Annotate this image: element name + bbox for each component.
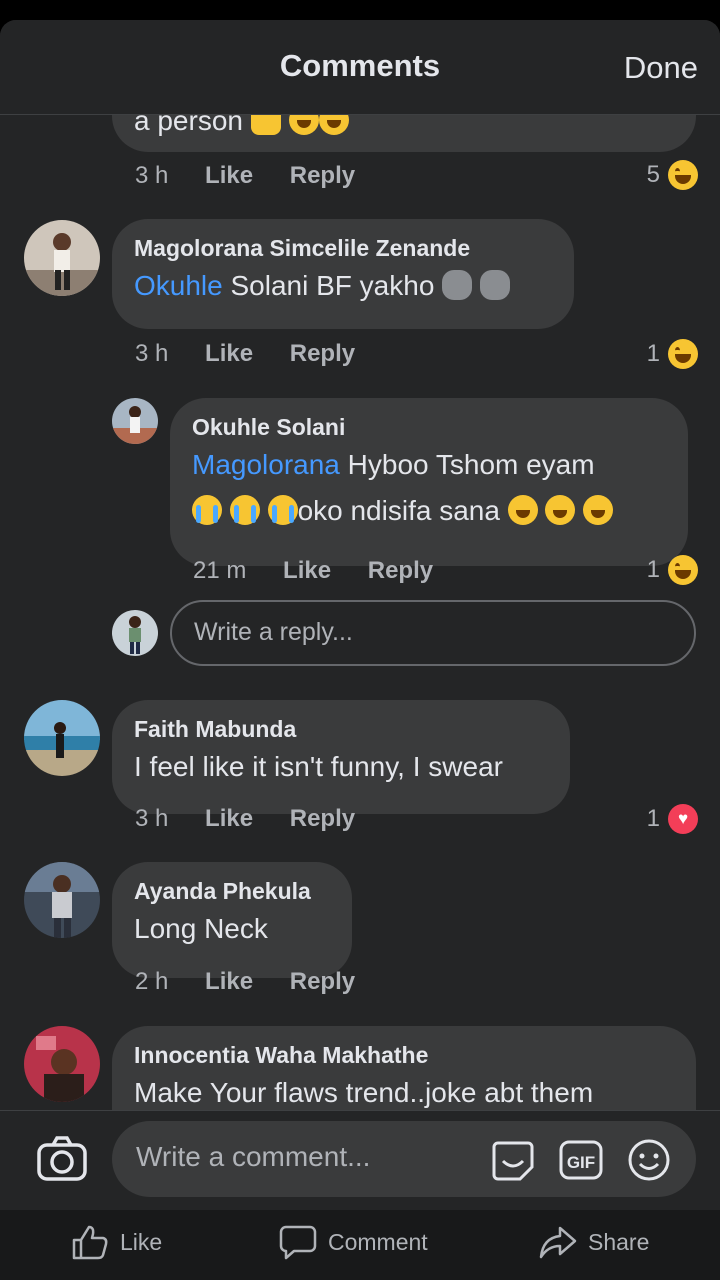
- crying-emoji: [267, 495, 298, 525]
- reply-bubble: Okuhle Solani Magolorana Hyboo Tshom eya…: [170, 398, 688, 566]
- post-action-bar: Like Comment Share: [0, 1210, 720, 1280]
- laughing-emoji: [507, 495, 538, 525]
- crying-emoji: [229, 495, 260, 525]
- reply-button[interactable]: Reply: [290, 805, 355, 832]
- emoji-icon[interactable]: [626, 1137, 672, 1183]
- page-title: Comments: [279, 48, 441, 83]
- comment-text: Solani BF yakho: [222, 270, 435, 301]
- thumbs-up-icon: [72, 1225, 108, 1260]
- comment-time: 3 h: [135, 805, 169, 832]
- person-gesturing-emoji: [479, 270, 510, 300]
- comment-time: 3 h: [135, 340, 169, 367]
- like-tab-label: Like: [120, 1228, 163, 1255]
- mention-link[interactable]: Magolorana: [192, 449, 340, 480]
- comment-author[interactable]: Innocentia Waha Makhathe: [134, 1040, 674, 1070]
- comment-bubble: Ayanda Phekula Long Neck: [112, 862, 352, 978]
- camera-icon[interactable]: [36, 1133, 88, 1185]
- comment-text: Long Neck: [134, 913, 268, 944]
- reaction-summary[interactable]: 5: [647, 160, 698, 190]
- comment-time: 2 h: [135, 968, 169, 995]
- crying-emoji: [192, 495, 222, 525]
- avatar[interactable]: [24, 700, 100, 776]
- comments-sheet: a person 3 h Like Reply 5 Magolorana Sim…: [0, 20, 720, 1210]
- sticker-icon[interactable]: [490, 1137, 536, 1183]
- haha-reaction-icon: [668, 160, 698, 190]
- comment-meta: 3 h Like Reply: [135, 162, 385, 190]
- like-button[interactable]: Like: [205, 340, 253, 367]
- avatar[interactable]: [24, 1026, 100, 1102]
- comment-meta: 2 h Like Reply: [135, 968, 385, 996]
- comment-tab-label: Comment: [328, 1228, 428, 1255]
- like-tab-button[interactable]: Like: [70, 1222, 162, 1262]
- reply-button[interactable]: Reply: [368, 557, 433, 584]
- avatar[interactable]: [24, 220, 100, 296]
- like-button[interactable]: Like: [205, 968, 253, 995]
- person-facepalm-emoji: [442, 270, 473, 300]
- reply-button[interactable]: Reply: [290, 340, 355, 367]
- avatar[interactable]: [112, 398, 158, 444]
- laughing-emoji: [583, 495, 614, 525]
- reply-text-line1: Hyboo Tshom eyam: [339, 449, 595, 480]
- comment-tab-button[interactable]: Comment: [278, 1222, 428, 1262]
- reply-input[interactable]: Write a reply...: [170, 600, 696, 666]
- comment-author[interactable]: Magolorana Simcelile Zenande: [134, 233, 552, 263]
- avatar[interactable]: [24, 862, 100, 938]
- share-tab-button[interactable]: Share: [538, 1222, 649, 1262]
- comments-feed[interactable]: a person 3 h Like Reply 5 Magolorana Sim…: [0, 20, 720, 1210]
- reaction-summary[interactable]: 1: [647, 555, 698, 585]
- comment-input-placeholder: Write a comment...: [136, 1141, 371, 1172]
- share-tab-label: Share: [588, 1228, 650, 1255]
- reaction-count: 5: [646, 161, 660, 188]
- comment-author[interactable]: Ayanda Phekula: [134, 876, 330, 906]
- current-user-avatar: [112, 610, 158, 656]
- haha-reaction-icon: [668, 339, 698, 369]
- comment-meta: 3 h Like Reply: [135, 805, 385, 833]
- comment-composer: Write a comment... GIF: [0, 1110, 720, 1210]
- like-button[interactable]: Like: [205, 162, 253, 189]
- haha-reaction-icon: [668, 555, 698, 585]
- comment-time: 3 h: [135, 162, 169, 189]
- done-button[interactable]: Done: [624, 50, 698, 86]
- reaction-summary[interactable]: 1: [647, 339, 698, 369]
- reaction-count: 1: [646, 556, 660, 583]
- comment-meta: 3 h Like Reply: [135, 340, 385, 368]
- comment-input[interactable]: Write a comment... GIF: [112, 1121, 696, 1197]
- reaction-count: 1: [646, 340, 660, 367]
- like-button[interactable]: Like: [283, 557, 331, 584]
- reply-author[interactable]: Okuhle Solani: [192, 412, 666, 442]
- mention-link[interactable]: Okuhle: [134, 270, 223, 301]
- reply-button[interactable]: Reply: [290, 162, 355, 189]
- reaction-summary[interactable]: 1 ♥: [647, 804, 698, 834]
- reaction-count: 1: [646, 805, 660, 832]
- gif-icon[interactable]: GIF: [558, 1137, 604, 1183]
- comment-bubble: Faith Mabunda I feel like it isn't funny…: [112, 700, 570, 814]
- svg-text:GIF: GIF: [567, 1153, 595, 1172]
- comment-bubble: Magolorana Simcelile Zenande Okuhle Sola…: [112, 219, 574, 329]
- reply-text-line2: oko ndisifa sana: [297, 495, 500, 526]
- like-button[interactable]: Like: [205, 805, 253, 832]
- comment-bubble-icon: [279, 1225, 317, 1260]
- comments-header: Comments Done: [0, 20, 720, 115]
- reply-meta: 21 m Like Reply: [193, 557, 463, 585]
- reply-button[interactable]: Reply: [290, 968, 355, 995]
- reply-time: 21 m: [193, 557, 247, 584]
- love-reaction-icon: ♥: [668, 804, 698, 834]
- comment-author[interactable]: Faith Mabunda: [134, 714, 548, 744]
- share-arrow-icon: [539, 1226, 577, 1259]
- comment-text: I feel like it isn't funny, I swear: [134, 751, 503, 782]
- laughing-emoji: [545, 495, 576, 525]
